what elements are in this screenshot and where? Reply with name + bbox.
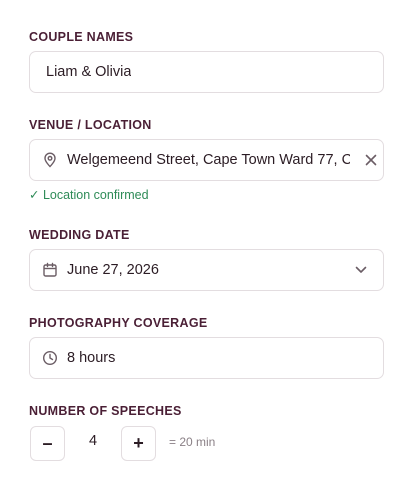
speeches-label: NUMBER OF SPEECHES	[29, 404, 182, 418]
coverage-field[interactable]: 8 hours	[29, 337, 384, 379]
wedding-date-select[interactable]: June 27, 2026	[29, 249, 384, 291]
wedding-details-form: COUPLE NAMES Liam & Olivia VENUE / LOCAT…	[0, 0, 413, 483]
chevron-down-icon	[353, 262, 369, 278]
clock-icon	[42, 350, 58, 366]
speeches-count: 4	[88, 433, 98, 449]
map-pin-icon	[42, 152, 58, 168]
venue-value: Welgemeend Street, Cape Town Ward 77, C	[67, 152, 350, 168]
venue-label: VENUE / LOCATION	[29, 118, 152, 132]
couple-names-label: COUPLE NAMES	[29, 30, 134, 44]
wedding-date-label: WEDDING DATE	[29, 228, 130, 242]
calendar-icon	[42, 262, 58, 278]
couple-names-field[interactable]: Liam & Olivia	[29, 51, 384, 93]
coverage-value: 8 hours	[67, 350, 116, 366]
speeches-duration: = 20 min	[169, 435, 216, 449]
coverage-label: PHOTOGRAPHY COVERAGE	[29, 316, 208, 330]
decrement-button[interactable]: –	[30, 426, 65, 461]
wedding-date-value: June 27, 2026	[67, 262, 159, 278]
couple-names-value: Liam & Olivia	[46, 64, 132, 80]
location-confirmed-text: ✓ Location confirmed	[29, 188, 149, 202]
close-icon[interactable]	[361, 150, 381, 170]
increment-button[interactable]: +	[121, 426, 156, 461]
venue-field[interactable]: Welgemeend Street, Cape Town Ward 77, C	[29, 139, 384, 181]
